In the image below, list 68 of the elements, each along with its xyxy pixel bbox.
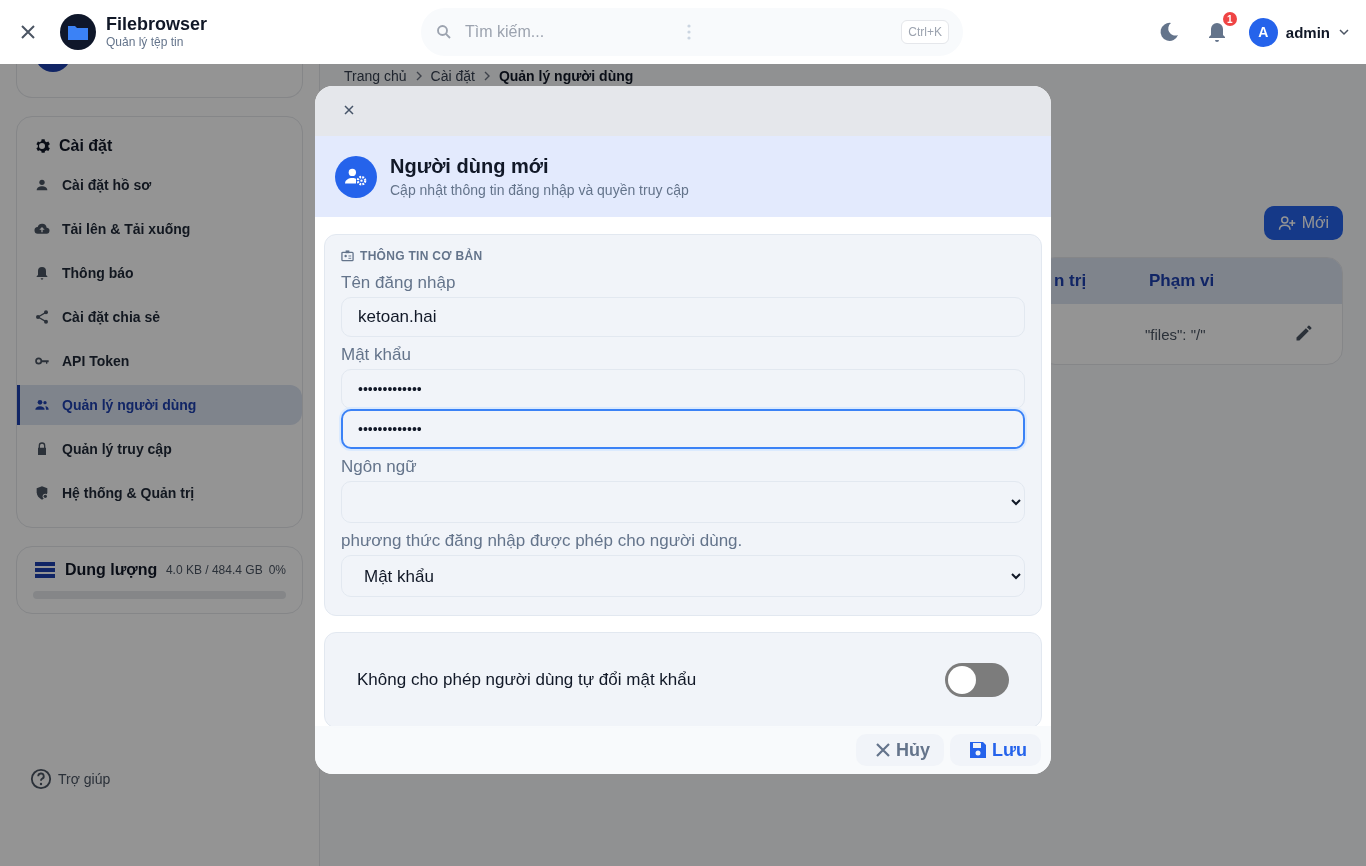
share-icon — [34, 309, 50, 325]
sidebar-item[interactable]: Cài đặt chia sẻ — [17, 297, 302, 337]
close-icon — [873, 741, 892, 759]
folder-logo-icon — [60, 14, 96, 50]
user-gear-icon — [335, 155, 377, 198]
help-link[interactable]: Trợ giúp — [30, 768, 303, 790]
question-icon — [30, 768, 52, 790]
breadcrumb-link[interactable]: Trang chủ — [344, 68, 407, 84]
save-button[interactable]: Lưu — [949, 734, 1041, 766]
breadcrumb-link[interactable]: Cài đặt — [430, 68, 475, 84]
field-label: Ngôn ngữ — [341, 457, 418, 477]
breadcrumb-link[interactable]: Quản lý người dùng — [498, 68, 634, 84]
shortcut-hint: Ctrl+K — [901, 20, 950, 44]
chevron-icon — [1338, 26, 1350, 38]
app-title: Filebrowser — [106, 14, 208, 34]
storage-title: Dung lượng — [65, 561, 158, 579]
section-title: Cài đặt — [59, 137, 113, 155]
table-cell: "files": "/" — [1145, 325, 1206, 343]
sidebar-label: Cài đặt hồ sơ — [62, 177, 152, 193]
add-user-icon — [1277, 215, 1296, 231]
shield-icon — [34, 485, 50, 501]
sidebar-label: Quản lý truy cập — [62, 441, 172, 457]
sidebar-label: API Token — [62, 353, 130, 369]
column-header: Phạm vi — [1149, 271, 1215, 291]
cancel-button[interactable]: Hủy — [855, 734, 944, 766]
person-icon — [34, 177, 50, 193]
dialog-title: Người dùng mới — [390, 155, 550, 178]
notification-badge: 1 — [1222, 12, 1237, 26]
sidebar-label: Hệ thống & Quản trị — [62, 485, 195, 501]
section-title: THÔNG TIN CƠ BẢN — [360, 249, 483, 263]
sidebar-item[interactable]: Quản lý người dùng — [17, 385, 302, 425]
cloud-upload-icon — [34, 221, 50, 237]
floppy-icon — [967, 740, 988, 760]
storage-icon — [35, 562, 55, 578]
sidebar-item[interactable]: Hệ thống & Quản trị — [17, 473, 302, 513]
field-label: Mật khẩu — [341, 345, 412, 365]
field-label: Tên đăng nhập — [341, 273, 457, 293]
id-card-icon — [341, 250, 354, 262]
input-field[interactable]: ketoan.hai — [341, 297, 1025, 337]
sidebar-label: Tải lên & Tải xuống — [62, 221, 191, 237]
sidebar-item[interactable]: Thông báo — [17, 253, 302, 293]
search-field[interactable]: Tìm kiếm... — [463, 22, 688, 42]
column-header: n trị — [1053, 271, 1088, 291]
storage-percent: 0% — [268, 563, 286, 577]
select-field[interactable]: Mật khẩu — [341, 555, 1025, 597]
user-menu[interactable]: A admin — [1248, 17, 1350, 47]
chevron-icon — [482, 71, 491, 81]
password-field[interactable]: ••••••••••••• — [341, 409, 1025, 449]
field-label: phương thức đăng nhập được phép cho người dùng. — [341, 531, 744, 551]
storage-usage: 4.0 KB / 484.4 GB — [165, 563, 263, 577]
sidebar-item[interactable]: API Token — [17, 341, 302, 381]
people-icon — [34, 397, 50, 413]
sidebar-label: Thông báo — [62, 265, 134, 281]
password-field[interactable]: ••••••••••••• — [341, 369, 1025, 409]
dialog-subtitle: Cập nhật thông tin đăng nhập và quyền truy cập — [390, 182, 689, 198]
sidebar-item[interactable]: Tải lên & Tải xuống — [17, 209, 302, 249]
sidebar-label: Cài đặt chia sẻ — [62, 309, 161, 325]
sidebar-item[interactable]: Cài đặt hồ sơ — [17, 165, 302, 205]
sidebar-item[interactable]: Quản lý truy cập — [17, 429, 302, 469]
app-subtitle: Quản lý tệp tin — [106, 34, 185, 50]
avatar: A — [1248, 17, 1278, 47]
chevron-icon — [414, 71, 423, 81]
select-field[interactable] — [341, 481, 1025, 523]
bell-icon — [34, 265, 50, 281]
new-user-button[interactable]: Mới — [1263, 206, 1343, 240]
sidebar-label: Quản lý người dùng — [62, 397, 197, 413]
toggle-label: Không cho phép người dùng tự đổi mật khẩu — [357, 670, 697, 690]
toggle-switch[interactable] — [945, 663, 1009, 697]
